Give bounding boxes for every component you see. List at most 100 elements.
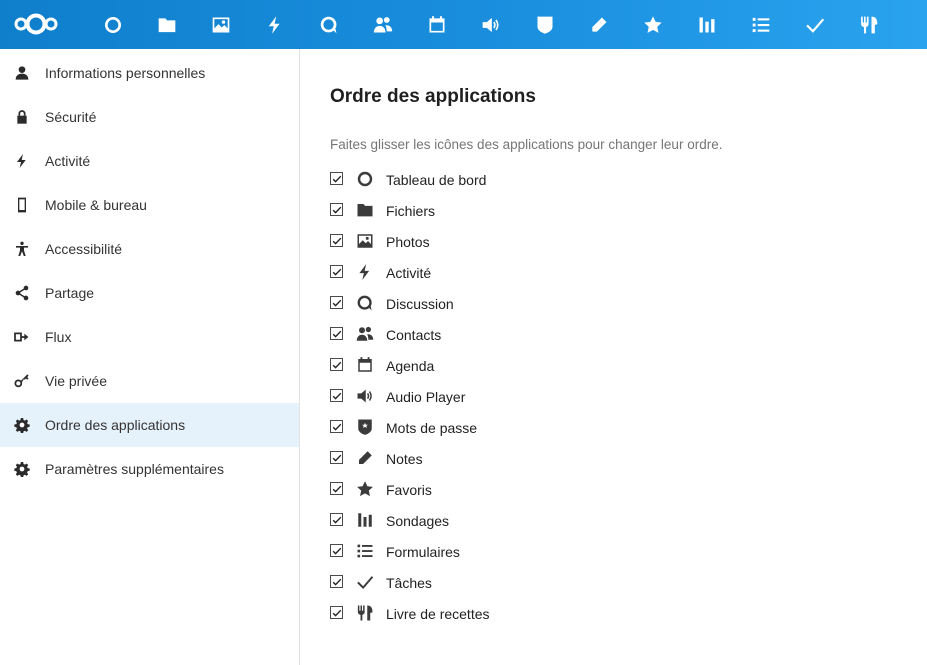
favorites-icon[interactable] <box>355 479 375 499</box>
app-label: Tableau de bord <box>386 172 487 188</box>
sidebar-item-9[interactable]: Ordre des applications <box>0 403 299 447</box>
tasks-icon[interactable] <box>355 572 375 592</box>
sidebar-item-label: Activité <box>45 153 91 169</box>
sidebar-item-3[interactable]: Activité <box>0 139 299 183</box>
sidebar-item-label: Accessibilité <box>45 241 123 257</box>
sidebar-item-8[interactable]: Vie privée <box>0 359 299 403</box>
app-visibility-checkbox[interactable] <box>330 203 343 216</box>
app-order-row: Favoris <box>330 478 730 502</box>
app-order-row: Photos <box>330 230 730 254</box>
app-order-row: Livre de recettes <box>330 602 730 626</box>
app-visibility-checkbox[interactable] <box>330 544 343 557</box>
app-label: Favoris <box>386 482 432 498</box>
photos-icon[interactable] <box>355 231 375 251</box>
app-order-row: Audio Player <box>330 385 730 409</box>
app-label: Livre de recettes <box>386 606 490 622</box>
app-visibility-checkbox[interactable] <box>330 575 343 588</box>
app-visibility-checkbox[interactable] <box>330 358 343 371</box>
app-label: Tâches <box>386 575 432 591</box>
app-label: Sondages <box>386 513 450 529</box>
sidebar-item-7[interactable]: Flux <box>0 315 299 359</box>
talk-icon[interactable] <box>355 293 375 313</box>
app-visibility-checkbox[interactable] <box>330 327 343 340</box>
app-visibility-checkbox[interactable] <box>330 420 343 433</box>
nextcloud-logo[interactable] <box>13 12 59 36</box>
header-app-tasks[interactable] <box>801 11 829 39</box>
share-icon <box>13 284 31 302</box>
contacts-icon[interactable] <box>355 324 375 344</box>
forms-icon <box>751 15 771 35</box>
gear-icon <box>13 416 31 434</box>
app-order-row: Mots de passe <box>330 416 730 440</box>
gear-icon <box>13 460 31 478</box>
app-order-row: Agenda <box>330 354 730 378</box>
app-visibility-checkbox[interactable] <box>330 482 343 495</box>
sidebar-item-label: Flux <box>45 329 72 345</box>
sidebar-item-label: Sécurité <box>45 109 97 125</box>
sidebar-item-5[interactable]: Accessibilité <box>0 227 299 271</box>
sidebar-item-4[interactable]: Mobile & bureau <box>0 183 299 227</box>
sidebar-item-2[interactable]: Sécurité <box>0 95 299 139</box>
app-visibility-checkbox[interactable] <box>330 606 343 619</box>
header-app-notes[interactable] <box>585 11 613 39</box>
header-app-favorites[interactable] <box>639 11 667 39</box>
forms-icon[interactable] <box>355 541 375 561</box>
settings-sidebar: Informations personnelles Sécurité Activit… <box>0 49 300 665</box>
sidebar-item-1[interactable]: Informations personnelles <box>0 51 299 95</box>
main-content: Ordre des applications Faites glisser le… <box>300 49 927 665</box>
polls-icon <box>697 15 717 35</box>
header-app-forms[interactable] <box>747 11 775 39</box>
app-visibility-checkbox[interactable] <box>330 296 343 309</box>
notes-icon[interactable] <box>355 448 375 468</box>
app-visibility-checkbox[interactable] <box>330 234 343 247</box>
app-label: Mots de passe <box>386 420 478 436</box>
audio-player-icon <box>481 15 501 35</box>
app-label: Agenda <box>386 358 435 374</box>
cookbook-icon[interactable] <box>355 603 375 623</box>
audio-player-icon[interactable] <box>355 386 375 406</box>
dashboard-icon[interactable] <box>355 169 375 189</box>
sidebar-item-10[interactable]: Paramètres supplémentaires <box>0 447 299 491</box>
header-app-contacts[interactable] <box>369 11 397 39</box>
app-order-row: Tableau de bord <box>330 168 730 192</box>
sidebar-item-label: Mobile & bureau <box>45 197 147 213</box>
app-order-row: Discussion <box>330 292 730 316</box>
polls-icon[interactable] <box>355 510 375 530</box>
header-app-files[interactable] <box>153 11 181 39</box>
header-app-calendar[interactable] <box>423 11 451 39</box>
app-order-row: Notes <box>330 447 730 471</box>
calendar-icon <box>427 15 447 35</box>
app-order-row: Formulaires <box>330 540 730 564</box>
header-app-passwords[interactable] <box>531 11 559 39</box>
accessibility-icon <box>13 240 31 258</box>
user-icon <box>13 64 31 82</box>
app-visibility-checkbox[interactable] <box>330 389 343 402</box>
header-app-cookbook[interactable] <box>855 11 883 39</box>
app-visibility-checkbox[interactable] <box>330 265 343 278</box>
cookbook-icon <box>859 15 879 35</box>
app-label: Activité <box>386 265 432 281</box>
header-app-photos[interactable] <box>207 11 235 39</box>
header-app-activity[interactable] <box>261 11 289 39</box>
files-icon[interactable] <box>355 200 375 220</box>
activity-icon[interactable] <box>355 262 375 282</box>
header-app-polls[interactable] <box>693 11 721 39</box>
app-visibility-checkbox[interactable] <box>330 451 343 464</box>
header-app-talk[interactable] <box>315 11 343 39</box>
sidebar-item-label: Paramètres supplémentaires <box>45 461 224 477</box>
activity-icon <box>265 15 285 35</box>
dashboard-icon <box>103 15 123 35</box>
app-label: Formulaires <box>386 544 460 560</box>
calendar-icon[interactable] <box>355 355 375 375</box>
top-app-bar <box>0 0 927 49</box>
header-app-dashboard[interactable] <box>99 11 127 39</box>
app-visibility-checkbox[interactable] <box>330 172 343 185</box>
header-app-audio-player[interactable] <box>477 11 505 39</box>
lock-icon <box>13 108 31 126</box>
sidebar-item-label: Informations personnelles <box>45 65 206 81</box>
app-order-row: Contacts <box>330 323 730 347</box>
app-visibility-checkbox[interactable] <box>330 513 343 526</box>
sidebar-item-6[interactable]: Partage <box>0 271 299 315</box>
passwords-icon[interactable] <box>355 417 375 437</box>
flow-icon <box>13 328 31 346</box>
